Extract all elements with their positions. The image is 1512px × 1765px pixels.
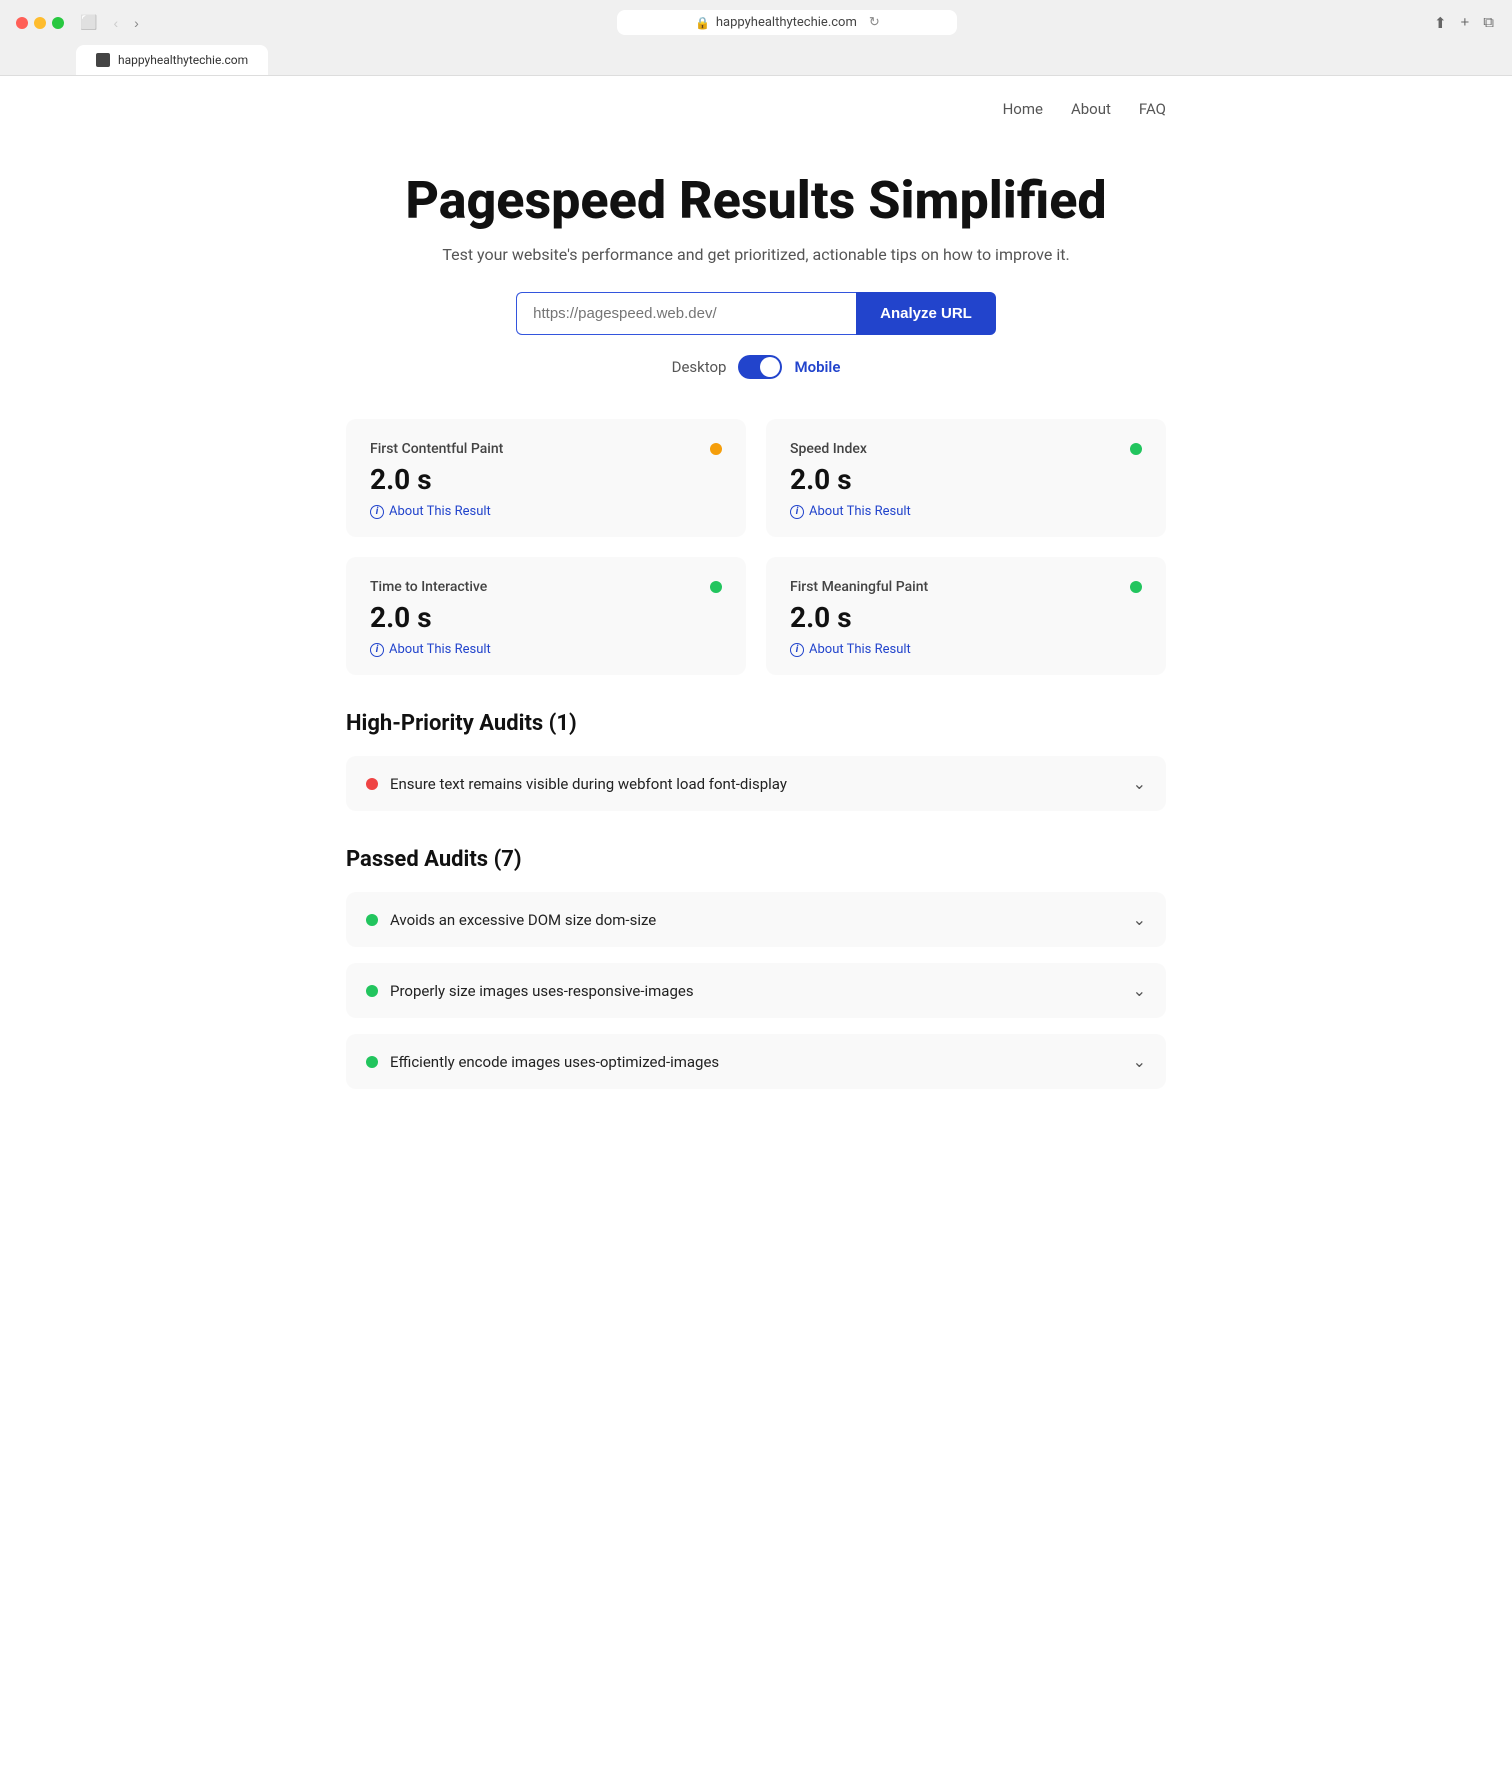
metric-fmp-about-label: About This Result (809, 642, 911, 657)
metric-si-dot (1130, 443, 1142, 455)
active-tab[interactable]: happyhealthytechie.com (76, 45, 268, 75)
metric-si-header: Speed Index (790, 441, 1142, 457)
browser-tabs: happyhealthytechie.com (16, 45, 1496, 75)
metric-tti-dot (710, 581, 722, 593)
metric-fmp-dot (1130, 581, 1142, 593)
audit-text-optimized-images: Efficiently encode images uses-optimized… (390, 1053, 719, 1071)
metric-fmp-header: First Meaningful Paint (790, 579, 1142, 595)
metric-fcp-dot (710, 443, 722, 455)
page-content: Pagespeed Results Simplified Test your w… (306, 142, 1206, 1185)
high-priority-title: High-Priority Audits (1) (346, 711, 1166, 736)
back-button[interactable]: ‹ (109, 13, 122, 33)
metric-fmp: First Meaningful Paint 2.0 s i About Thi… (766, 557, 1166, 675)
metric-tti-about[interactable]: i About This Result (370, 642, 722, 657)
chevron-down-icon-opt: ⌄ (1133, 1052, 1146, 1071)
metric-tti-value: 2.0 s (370, 601, 722, 634)
metric-tti: Time to Interactive 2.0 s i About This R… (346, 557, 746, 675)
hero-subtitle: Test your website's performance and get … (346, 245, 1166, 264)
high-priority-section: High-Priority Audits (1) Ensure text rem… (346, 711, 1166, 811)
info-icon-fmp: i (790, 643, 804, 657)
browser-actions: ⬆ + ⧉ (1432, 12, 1496, 34)
metric-si-about-label: About This Result (809, 504, 911, 519)
address-bar-container: 🔒 happyhealthytechie.com ↻ (155, 10, 1420, 35)
forward-button[interactable]: › (130, 13, 143, 33)
lock-icon: 🔒 (695, 16, 710, 30)
tab-favicon (96, 53, 110, 67)
nav-faq[interactable]: FAQ (1139, 100, 1166, 118)
chevron-down-icon-resp: ⌄ (1133, 981, 1146, 1000)
passed-audits-section: Passed Audits (7) Avoids an excessive DO… (346, 847, 1166, 1089)
metric-tti-title: Time to Interactive (370, 579, 487, 595)
reload-icon: ↻ (869, 15, 880, 30)
metric-si-title: Speed Index (790, 441, 867, 457)
audit-dot-green-opt (366, 1056, 378, 1068)
minimize-button[interactable] (34, 17, 46, 29)
address-text: happyhealthytechie.com (716, 15, 857, 30)
info-icon-tti: i (370, 643, 384, 657)
metric-si-about[interactable]: i About This Result (790, 504, 1142, 519)
audit-item-opt-left: Efficiently encode images uses-optimized… (366, 1053, 719, 1071)
audit-item-left: Ensure text remains visible during webfo… (366, 775, 787, 793)
metric-fmp-value: 2.0 s (790, 601, 1142, 634)
url-form: https://pagespeed.web.dev/ Analyze URL (346, 292, 1166, 335)
metric-fmp-title: First Meaningful Paint (790, 579, 928, 595)
audit-item-dom-left: Avoids an excessive DOM size dom-size (366, 911, 656, 929)
device-toggle-row: Desktop Mobile (346, 355, 1166, 379)
tabs-overview-button[interactable]: ⧉ (1481, 12, 1496, 33)
maximize-button[interactable] (52, 17, 64, 29)
metric-tti-about-label: About This Result (389, 642, 491, 657)
traffic-lights (16, 17, 64, 29)
metric-fmp-about[interactable]: i About This Result (790, 642, 1142, 657)
metric-si: Speed Index 2.0 s i About This Result (766, 419, 1166, 537)
metric-tti-header: Time to Interactive (370, 579, 722, 595)
passed-audits-title: Passed Audits (7) (346, 847, 1166, 872)
metric-fcp: First Contentful Paint 2.0 s i About Thi… (346, 419, 746, 537)
toggle-knob (760, 357, 780, 377)
audit-text-dom-size: Avoids an excessive DOM size dom-size (390, 911, 656, 929)
audit-item-dom-size[interactable]: Avoids an excessive DOM size dom-size ⌄ (346, 892, 1166, 947)
metrics-grid: First Contentful Paint 2.0 s i About Thi… (346, 419, 1166, 675)
chevron-down-icon-dom: ⌄ (1133, 910, 1146, 929)
desktop-label: Desktop (672, 358, 727, 376)
metric-fcp-header: First Contentful Paint (370, 441, 722, 457)
audit-dot-red (366, 778, 378, 790)
metric-fcp-value: 2.0 s (370, 463, 722, 496)
hero-section: Pagespeed Results Simplified Test your w… (346, 142, 1166, 419)
audit-text-responsive-images: Properly size images uses-responsive-ima… (390, 982, 694, 1000)
audit-dot-green-resp (366, 985, 378, 997)
audit-item-resp-left: Properly size images uses-responsive-ima… (366, 982, 694, 1000)
url-input[interactable]: https://pagespeed.web.dev/ (516, 292, 856, 335)
mobile-label: Mobile (794, 358, 840, 376)
device-toggle[interactable] (738, 355, 782, 379)
nav-about[interactable]: About (1071, 100, 1111, 118)
new-tab-button[interactable]: + (1459, 12, 1472, 33)
metric-si-value: 2.0 s (790, 463, 1142, 496)
info-icon-si: i (790, 505, 804, 519)
address-bar[interactable]: 🔒 happyhealthytechie.com ↻ (617, 10, 957, 35)
browser-controls: ⬜ ‹ › (76, 12, 143, 33)
metric-fcp-about-label: About This Result (389, 504, 491, 519)
metric-fcp-about[interactable]: i About This Result (370, 504, 722, 519)
audit-item-responsive-images[interactable]: Properly size images uses-responsive-ima… (346, 963, 1166, 1018)
browser-chrome: ⬜ ‹ › 🔒 happyhealthytechie.com ↻ ⬆ + ⧉ h… (0, 0, 1512, 76)
analyze-button[interactable]: Analyze URL (856, 292, 996, 335)
audit-dot-green-dom (366, 914, 378, 926)
audit-item-optimized-images[interactable]: Efficiently encode images uses-optimized… (346, 1034, 1166, 1089)
metric-fcp-title: First Contentful Paint (370, 441, 503, 457)
sidebar-toggle-button[interactable]: ⬜ (76, 12, 101, 33)
info-icon: i (370, 505, 384, 519)
audit-text-font-display: Ensure text remains visible during webfo… (390, 775, 787, 793)
nav-home[interactable]: Home (1003, 100, 1043, 118)
page-title: Pagespeed Results Simplified (346, 172, 1166, 229)
chevron-down-icon: ⌄ (1133, 774, 1146, 793)
close-button[interactable] (16, 17, 28, 29)
audit-item-font-display[interactable]: Ensure text remains visible during webfo… (346, 756, 1166, 811)
tab-title: happyhealthytechie.com (118, 53, 248, 67)
main-nav: Home About FAQ (306, 76, 1206, 142)
share-button[interactable]: ⬆ (1432, 12, 1449, 34)
